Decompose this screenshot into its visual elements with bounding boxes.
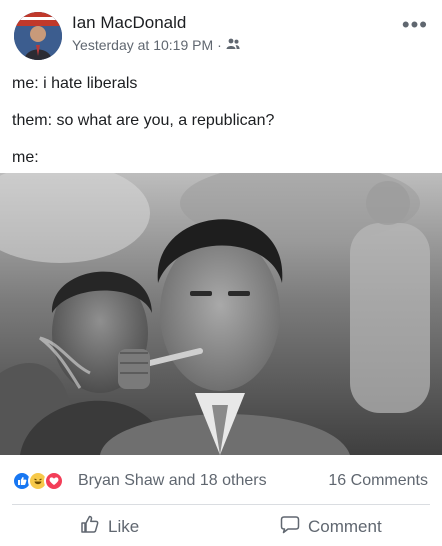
comment-label: Comment	[308, 516, 382, 536]
like-label: Like	[108, 516, 140, 536]
avatar[interactable]	[14, 12, 62, 60]
divider	[12, 504, 430, 505]
meta-separator: ·	[217, 37, 222, 53]
post-text-line: them: so what are you, a republican?	[12, 112, 275, 129]
comment-button[interactable]: Comment	[280, 514, 382, 539]
post-meta: Yesterday at 10:19 PM ·	[72, 37, 240, 53]
reactors-text[interactable]: Bryan Shaw and 18 others	[78, 472, 267, 490]
comments-count[interactable]: 16 Comments	[328, 472, 428, 490]
comment-icon	[280, 514, 300, 539]
post-header: Ian MacDonald Yesterday at 10:19 PM · ••…	[0, 0, 442, 66]
love-icon	[44, 471, 64, 491]
post-photo[interactable]	[0, 173, 442, 455]
post-text: me: i hate liberals them: so what are yo…	[12, 74, 432, 185]
author-name[interactable]: Ian MacDonald	[72, 13, 186, 33]
reaction-counts: Bryan Shaw and 18 others 16 Comments	[0, 458, 442, 502]
reaction-icons[interactable]	[12, 471, 64, 491]
like-button[interactable]: Like	[80, 514, 139, 539]
post-actions: Like Comment	[0, 510, 442, 546]
post-text-line: me: i hate liberals	[12, 75, 138, 92]
friends-icon	[226, 37, 240, 53]
thumbs-up-icon	[80, 514, 100, 539]
more-options-icon[interactable]: •••	[402, 14, 428, 36]
timestamp[interactable]: Yesterday at 10:19 PM	[72, 37, 213, 53]
